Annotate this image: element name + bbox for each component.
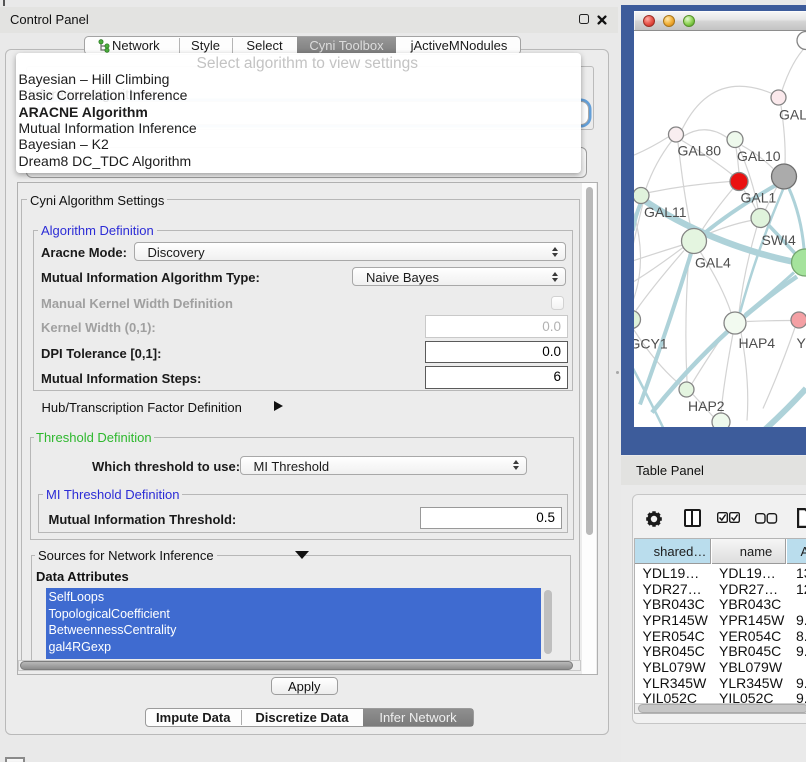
svg-text:GAL2: GAL2 xyxy=(779,106,806,122)
svg-text:GAL1: GAL1 xyxy=(741,189,777,205)
svg-text:GAL4: GAL4 xyxy=(695,254,731,270)
svg-text:Y: Y xyxy=(797,335,806,351)
svg-text:GAL80: GAL80 xyxy=(678,142,722,158)
svg-text:GAL11: GAL11 xyxy=(644,204,687,220)
svg-text:GAL10: GAL10 xyxy=(737,148,781,164)
svg-text:SWI4: SWI4 xyxy=(762,232,796,248)
svg-text:GCY1: GCY1 xyxy=(634,335,668,351)
svg-text:HAP4: HAP4 xyxy=(739,335,776,351)
svg-text:HAP2: HAP2 xyxy=(688,398,725,414)
